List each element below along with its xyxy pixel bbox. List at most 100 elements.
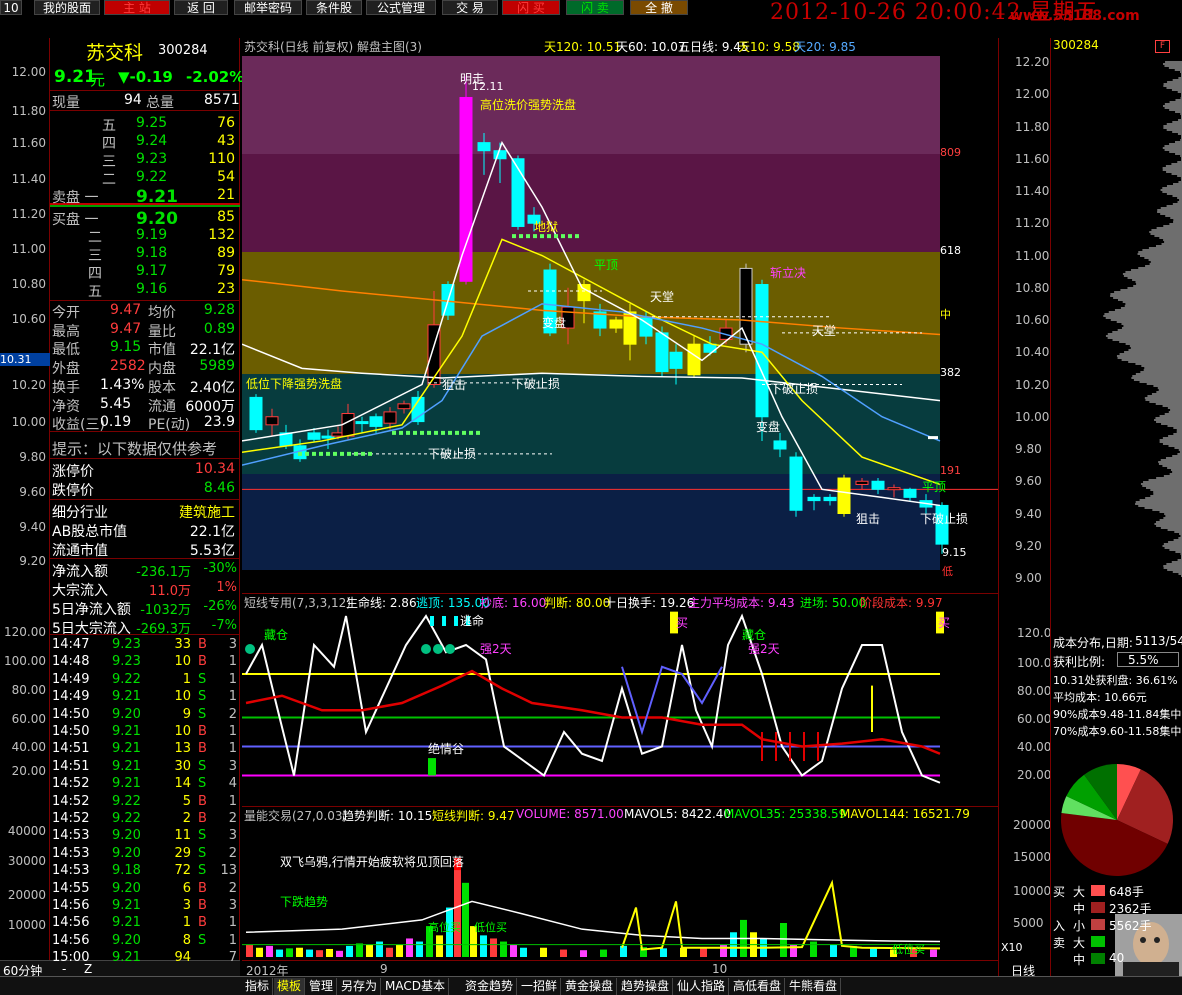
- volume-bar: [700, 948, 707, 957]
- current-price-marker: 10.31: [0, 353, 50, 366]
- bid-price: 9.19: [136, 227, 168, 243]
- top-btn-my-stocks[interactable]: 我的股面: [34, 0, 100, 15]
- tick-volume: 6: [182, 880, 191, 896]
- bottom-tab-6[interactable]: 一招鲜: [518, 978, 562, 995]
- bottom-tab-7[interactable]: 黄金操盘: [562, 978, 618, 995]
- left-vol-tick: 40000: [7, 824, 46, 838]
- volume-bar: [480, 935, 487, 957]
- tick-price: 9.21: [112, 689, 141, 705]
- tick-time: 14:56: [52, 898, 90, 913]
- bottom-tab-5[interactable]: 资金趋势: [462, 978, 518, 995]
- short-term-indicator-panel[interactable]: 短线专用(7,3,3,12) 藏仓 逃命 强2天 买 藏仓 强2天 买 绝情谷 …: [242, 593, 998, 806]
- tick-time: 14:50: [52, 724, 90, 739]
- right-tick: 9.40: [1015, 506, 1042, 521]
- ma-legend-item: 天60: 10.07: [616, 40, 686, 54]
- settings-icon[interactable]: F: [1155, 40, 1170, 53]
- tick-side: B: [198, 637, 207, 652]
- tick-side: B: [198, 811, 207, 826]
- bottom-tab-1[interactable]: 模板: [274, 978, 306, 995]
- ask-level-label: 五: [102, 118, 116, 134]
- bottom-tab-11[interactable]: 牛熊看盘: [786, 978, 842, 995]
- top-btn-cancel-all[interactable]: 全 撤: [630, 0, 688, 15]
- volume-bar: [266, 945, 273, 957]
- candle: [755, 279, 769, 441]
- tick-price: 9.18: [112, 863, 141, 879]
- bottom-tab-4[interactable]: MACD基本: [382, 978, 449, 995]
- bottom-tab-3[interactable]: 另存为: [338, 978, 382, 995]
- bid-level-label: 三: [88, 248, 102, 264]
- tick-time: 14:55: [52, 880, 90, 896]
- zoom-x10[interactable]: X10: [1001, 941, 1023, 954]
- top-btn-formula[interactable]: 公式管理: [366, 0, 436, 15]
- top-btn-back[interactable]: 返 回: [174, 0, 228, 15]
- tick-volume: 10: [174, 654, 191, 670]
- ratio-value[interactable]: 5.5%: [1117, 652, 1179, 667]
- volume-bar: [316, 950, 323, 957]
- stat-label: 今开: [52, 305, 80, 321]
- tick-side: S: [198, 671, 207, 687]
- top-btn-flash-buy[interactable]: 闪 买: [502, 0, 560, 15]
- volume-indicator-panel[interactable]: 量能交易(27,0.03) 双飞乌鸦,行情开始疲软将见顶回落 下跌趋势 高位买 …: [242, 806, 998, 960]
- right-tick: 9.80: [1015, 442, 1042, 456]
- top-btn-password[interactable]: 邮举密码: [234, 0, 302, 15]
- volume-bar: [436, 935, 443, 957]
- left-tick: 9.20: [19, 554, 46, 568]
- cyan-tick: [442, 616, 446, 626]
- bottom-tab-10[interactable]: 高低看盘: [730, 978, 786, 995]
- tick-price: 9.22: [112, 671, 141, 687]
- bottom-tab-9[interactable]: 仙人指路: [674, 978, 730, 995]
- escape-label: 逃命: [460, 614, 485, 628]
- tick-count: 3: [228, 637, 237, 652]
- main-kline-chart[interactable]: 苏交科(日线 前复权) 解盘主图(3) 明走 12.11 高位洗价强势洗盘 低位…: [241, 38, 998, 593]
- ask-price: 9.22: [136, 169, 168, 185]
- stat-value: 2.40亿: [189, 379, 235, 396]
- tick-time: 15:00: [52, 950, 90, 966]
- low-marker: 低: [942, 565, 953, 578]
- top-btn-condition[interactable]: 条件股: [306, 0, 362, 15]
- ask-volume: 54: [217, 169, 235, 185]
- turn-label: 变盘: [542, 316, 567, 330]
- ind1-legend-item: 抄底: 16.00: [480, 596, 547, 610]
- top-btn-main-site[interactable]: 主 站: [104, 0, 170, 15]
- tick-time: 14:53: [52, 845, 90, 861]
- stat-value: 5989: [199, 358, 235, 375]
- tick-side: S: [198, 758, 207, 774]
- tick-count: 3: [228, 898, 237, 913]
- left-ind-tick: 80.00: [11, 683, 46, 697]
- tick-side: S: [198, 706, 207, 722]
- top-btn-0[interactable]: 10: [0, 0, 22, 15]
- tick-price: 9.21: [112, 898, 141, 913]
- top-btn-trade[interactable]: 交 易: [442, 0, 498, 15]
- right-tick: 11.20: [1015, 216, 1050, 231]
- bid-price: 9.20: [136, 209, 178, 229]
- flow-label: 5日大宗流入: [52, 621, 131, 637]
- limit-value: 8.46: [203, 480, 235, 496]
- wash-label-2: 低位下降强势洗盘: [246, 377, 343, 391]
- signal-bar: [428, 758, 436, 776]
- bottom-tab-2[interactable]: 管理: [306, 978, 338, 995]
- bottom-tab-0[interactable]: 指标: [242, 978, 274, 995]
- flow-legend-swatch: [1091, 902, 1105, 913]
- volume-bar: [620, 945, 627, 957]
- tick-count: 2: [228, 706, 237, 722]
- tick-volume: 8: [182, 932, 191, 948]
- left-tick: 12.00: [11, 65, 46, 79]
- break-stop-label-3: 下破止损: [428, 447, 477, 461]
- stat-label: PE(动): [148, 417, 191, 434]
- industry-value: 5.53亿: [189, 543, 235, 559]
- top-btn-flash-sell[interactable]: 闪 卖: [566, 0, 624, 15]
- right-tick: 12.20: [1015, 55, 1050, 69]
- flow-pct: -30%: [203, 561, 237, 576]
- flow-legend-value: 40: [1109, 951, 1125, 965]
- right-vol-tick: 15000: [1013, 850, 1052, 864]
- stat-value: 9.47: [110, 302, 142, 318]
- break-stop-label: 下破止损: [512, 377, 561, 391]
- bottom-tab-8[interactable]: 趋势操盘: [618, 978, 674, 995]
- snipe-label-2: 狙击: [856, 512, 881, 526]
- ma-legend-item: 天120: 10.51: [544, 40, 622, 54]
- tick-volume: 1: [182, 671, 191, 687]
- tick-price: 9.20: [112, 932, 141, 948]
- cut-loss-label: 斩立决: [770, 266, 807, 280]
- tick-time: 14:56: [52, 915, 90, 931]
- flow-label: 大宗流入: [52, 583, 108, 599]
